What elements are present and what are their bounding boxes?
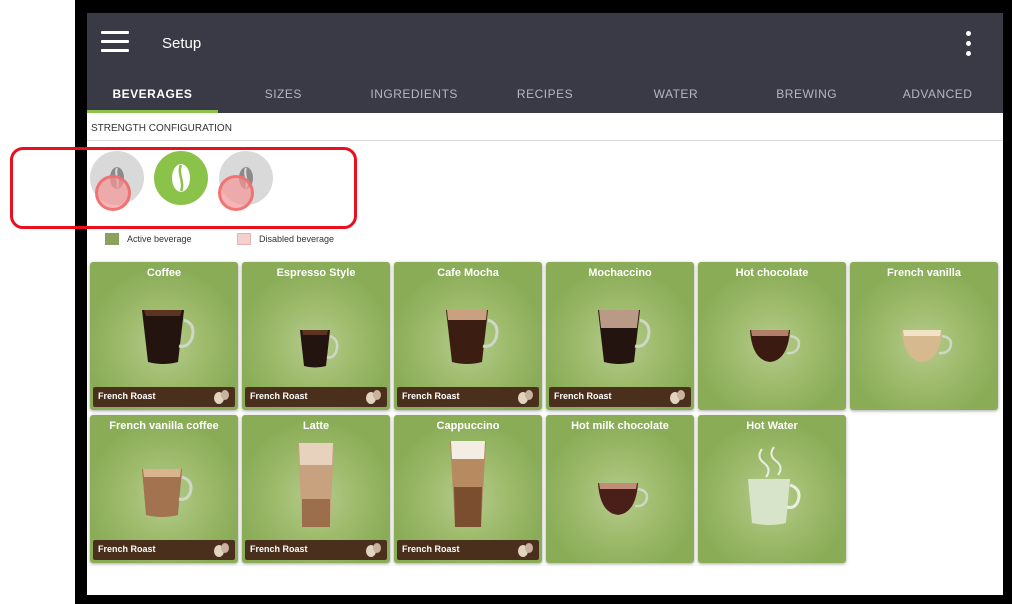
tab-sizes[interactable]: SIZES (218, 85, 349, 113)
tab-advanced[interactable]: ADVANCED (872, 85, 1003, 113)
hot-chocolate-cup-icon (750, 330, 801, 362)
mocha-cup-icon (446, 310, 499, 364)
beverage-name: French vanilla coffee (109, 420, 219, 432)
section-divider (87, 140, 1003, 141)
legend-disabled-label: Disabled beverage (259, 234, 335, 244)
beverage-name: Hot chocolate (735, 267, 809, 279)
strength-footer: French Roast (549, 387, 691, 407)
page-title: Setup (162, 35, 202, 52)
beverage-tile-cafe-mocha[interactable]: Cafe Mocha French Roast (394, 262, 542, 410)
beverage-tile-hot-milk-chocolate[interactable]: Hot milk chocolate (546, 415, 694, 563)
tab-bar: BEVERAGES SIZES INGREDIENTS RECIPES WATE… (87, 85, 1003, 113)
beverage-tile-french-vanilla[interactable]: French vanilla (850, 262, 998, 410)
strength-footer: French Roast (245, 540, 387, 560)
strength-label: French Roast (98, 544, 156, 554)
beverage-tile-latte[interactable]: Latte French Roast (242, 415, 390, 563)
strength-footer: French Roast (93, 540, 235, 560)
cappuccino-glass-icon (450, 441, 486, 527)
beverage-tile-mochaccino[interactable]: Mochaccino French Roast (546, 262, 694, 410)
beverage-name: French vanilla (887, 267, 961, 279)
beverage-name: Hot Water (746, 420, 798, 432)
strength-footer: French Roast (245, 387, 387, 407)
beverage-name: Cappuccino (436, 420, 500, 432)
french-vanilla-cup-icon (902, 330, 953, 362)
coffee-cup-icon (142, 310, 195, 364)
tab-ingredients[interactable]: INGREDIENTS (349, 85, 480, 113)
more-options-icon[interactable] (963, 31, 973, 59)
strength-label: French Roast (402, 391, 460, 401)
beverage-name: Cafe Mocha (437, 267, 499, 279)
legend-disabled: Disabled beverage (237, 233, 334, 245)
coffee-beans-icon (518, 390, 533, 404)
strength-label: French Roast (250, 391, 308, 401)
coffee-beans-icon (670, 390, 685, 404)
coffee-beans-icon (366, 543, 381, 557)
mochaccino-cup-icon (598, 310, 651, 364)
beverage-tile-hot-water[interactable]: Hot Water (698, 415, 846, 563)
strength-footer: French Roast (93, 387, 235, 407)
tab-water[interactable]: WATER (610, 85, 741, 113)
beverage-name: Latte (302, 420, 330, 432)
beverage-name: Mochaccino (588, 267, 652, 279)
strength-label: French Roast (98, 391, 156, 401)
strength-label: French Roast (250, 544, 308, 554)
hamburger-menu-icon[interactable] (101, 31, 129, 53)
app-screen: Setup BEVERAGES SIZES INGREDIENTS RECIPE… (87, 13, 1003, 595)
coffee-beans-icon (518, 543, 533, 557)
beverage-tile-espresso-style[interactable]: Espresso Style French Roast (242, 262, 390, 410)
coffee-beans-icon (214, 543, 229, 557)
hot-water-cup-icon (748, 446, 801, 525)
legend-active-label: Active beverage (127, 234, 192, 244)
latte-glass-icon (298, 443, 334, 527)
beverage-tile-cappuccino[interactable]: Cappuccino French Roast (394, 415, 542, 563)
strength-label: French Roast (554, 391, 612, 401)
app-bar: Setup BEVERAGES SIZES INGREDIENTS RECIPE… (87, 13, 1003, 113)
coffee-beans-icon (366, 390, 381, 404)
strength-footer: French Roast (397, 387, 539, 407)
beverage-name: Hot milk chocolate (571, 420, 669, 432)
tab-recipes[interactable]: RECIPES (480, 85, 611, 113)
french-vanilla-coffee-cup-icon (142, 469, 193, 517)
espresso-cup-icon (300, 330, 339, 368)
coffee-beans-icon (214, 390, 229, 404)
active-swatch (105, 233, 119, 245)
legend-active: Active beverage (105, 233, 192, 245)
strength-label: French Roast (402, 544, 460, 554)
beverage-tile-french-vanilla-coffee[interactable]: French vanilla coffee French Roast (90, 415, 238, 563)
beverage-name: Espresso Style (276, 267, 356, 279)
strength-footer: French Roast (397, 540, 539, 560)
hot-milk-chocolate-cup-icon (598, 483, 649, 515)
tab-brewing[interactable]: BREWING (741, 85, 872, 113)
tab-beverages[interactable]: BEVERAGES (87, 85, 218, 113)
annotation-highlight (10, 147, 357, 229)
beverage-name: Coffee (146, 267, 182, 279)
beverage-tile-hot-chocolate[interactable]: Hot chocolate (698, 262, 846, 410)
disabled-swatch (237, 233, 251, 245)
strength-configuration-label: STRENGTH CONFIGURATION (91, 123, 232, 134)
beverage-tile-coffee[interactable]: Coffee French Roast (90, 262, 238, 410)
